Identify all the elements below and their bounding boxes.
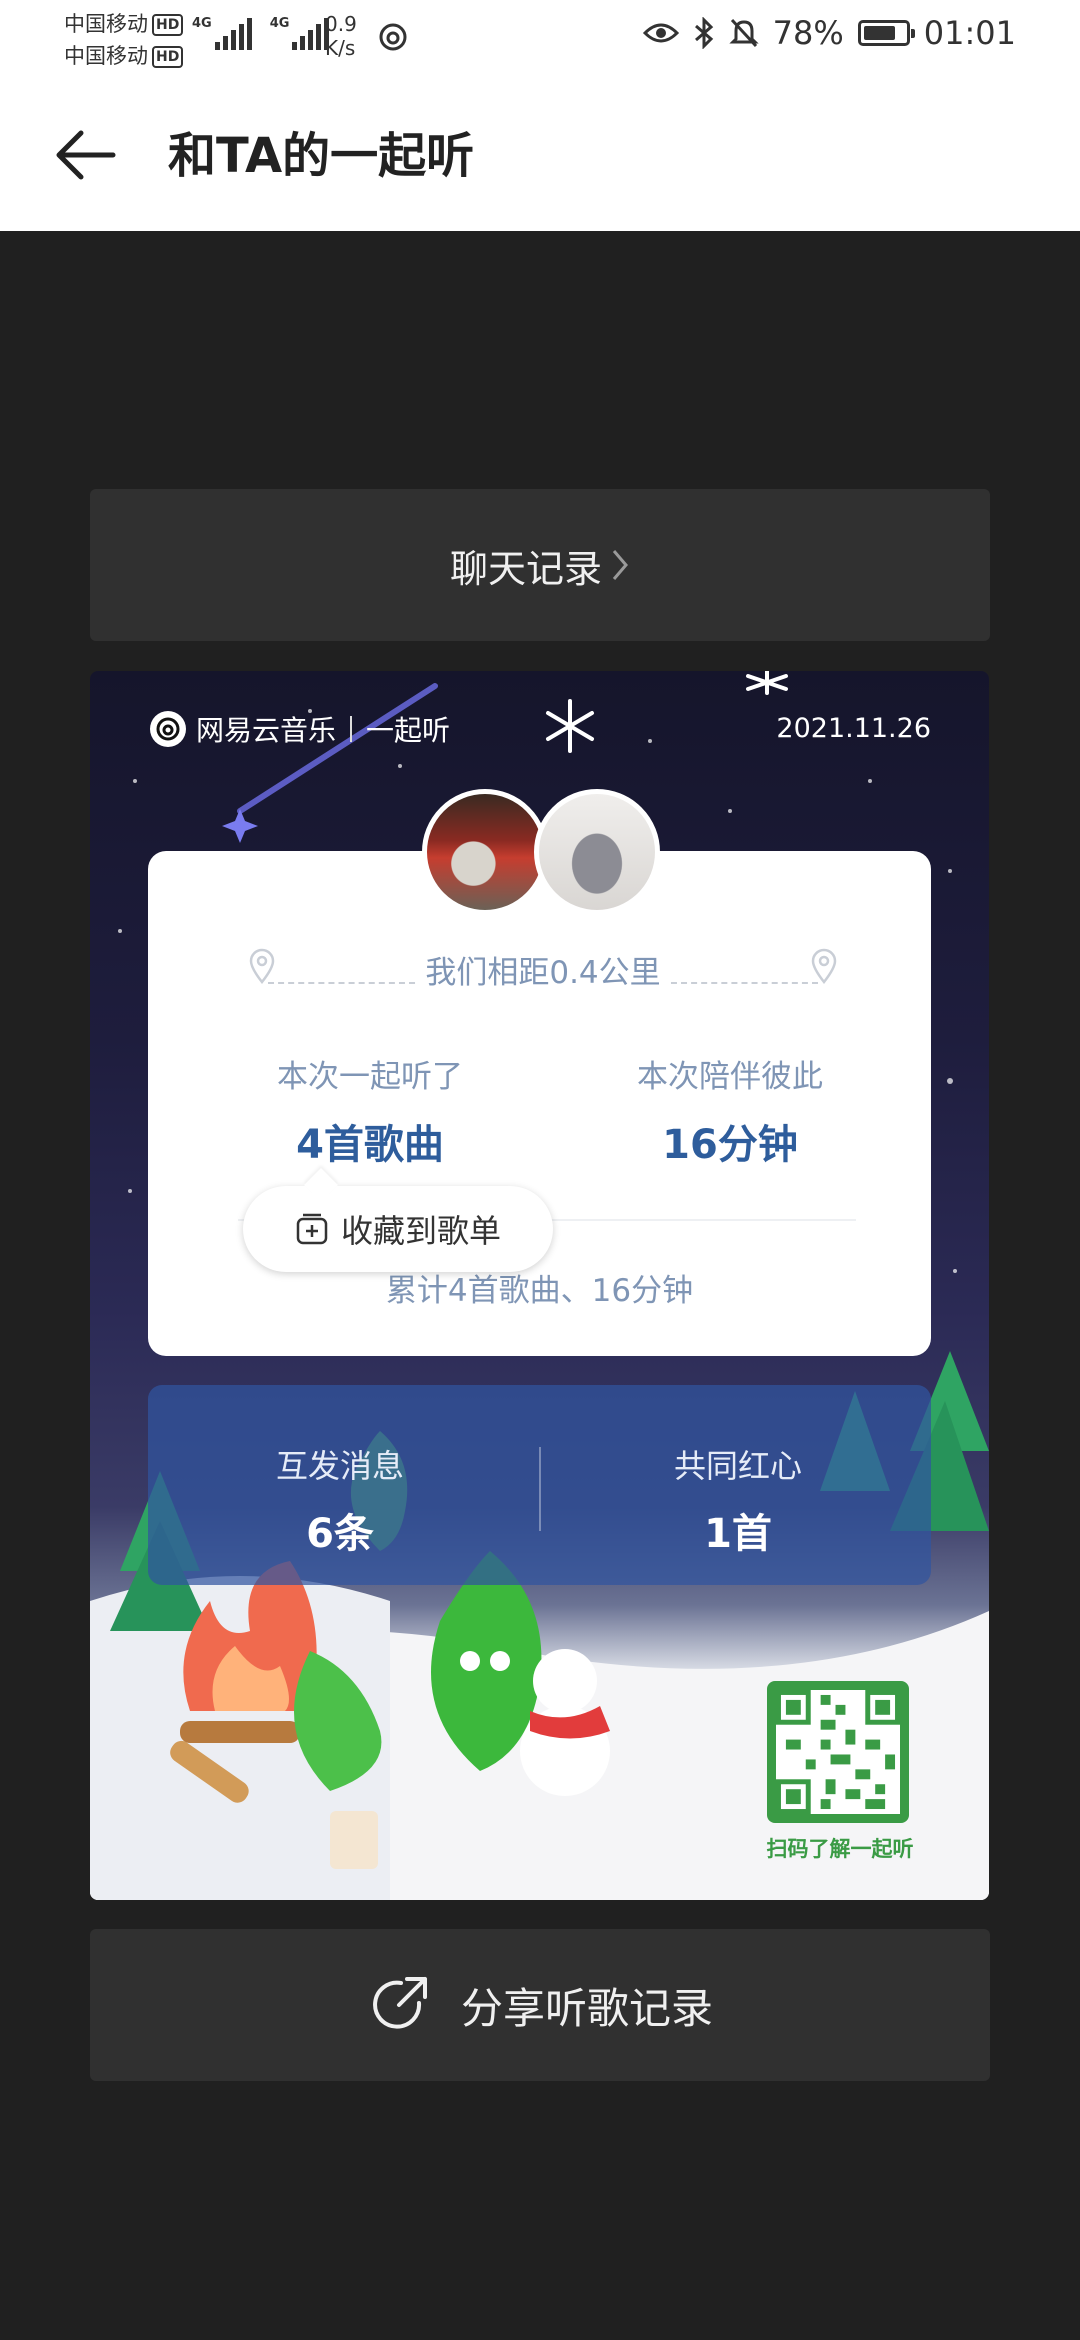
avatar — [422, 789, 548, 915]
qr-code — [767, 1681, 909, 1823]
brand-feature: 一起听 — [366, 714, 451, 747]
signal-strength-icon: 4G — [270, 16, 330, 50]
carrier-1: 中国移动 — [64, 12, 148, 36]
listened-value: 4首歌曲 — [296, 1122, 444, 1168]
network-speed-unit: K/s — [325, 36, 356, 60]
back-button[interactable] — [50, 120, 120, 190]
carrier-2: 中国移动 — [64, 44, 148, 68]
netease-music-icon — [150, 711, 186, 747]
avatar-pair — [422, 789, 660, 915]
add-playlist-icon — [296, 1213, 328, 1245]
brand-divider — [350, 716, 353, 742]
arrow-left-icon — [56, 130, 116, 180]
network-speed: 0.9 K/s — [325, 12, 357, 60]
save-to-playlist-label: 收藏到歌单 — [340, 1212, 501, 1250]
hd-badge-1: HD — [152, 14, 184, 36]
snowflake-icon — [746, 671, 788, 695]
listened-songs-stat: 本次一起听了 4首歌曲 — [220, 1051, 520, 1170]
carrier-info: 中国移动 HD 中国移动 HD — [64, 8, 184, 72]
distance-row: 我们相距0.4公里 — [248, 944, 838, 994]
signal-strength-icon: 4G — [192, 16, 252, 50]
bell-muted-icon — [729, 18, 759, 48]
battery-percent: 78% — [772, 14, 844, 52]
interaction-divider — [539, 1447, 541, 1531]
network-type-1: 4G — [192, 16, 212, 31]
chevron-right-icon — [612, 550, 628, 580]
netease-music-icon — [379, 23, 407, 51]
location-pin-icon — [811, 948, 837, 984]
share-icon — [373, 1977, 427, 2029]
listen-together-card: 网易云音乐 一起听 2021.11.26 我们相距0.4公里 本次一起听了 4首… — [90, 671, 989, 1900]
listened-label: 本次一起听了 — [277, 1059, 463, 1095]
chat-record-button[interactable]: 聊天记录 — [90, 489, 990, 641]
chat-record-label: 聊天记录 — [449, 546, 602, 591]
location-pin-icon — [249, 948, 275, 984]
qr-caption: 扫码了解一起听 — [766, 1837, 914, 1861]
accompany-value: 16分钟 — [662, 1122, 798, 1168]
card-date: 2021.11.26 — [776, 713, 931, 744]
snowflake-icon — [546, 699, 594, 753]
hearts-value: 1首 — [704, 1511, 772, 1557]
hearts-label: 共同红心 — [673, 1447, 802, 1485]
network-type-2: 4G — [269, 16, 290, 31]
share-label: 分享听歌记录 — [460, 1983, 713, 2033]
accompany-label: 本次陪伴彼此 — [637, 1059, 823, 1095]
accompany-time-stat: 本次陪伴彼此 16分钟 — [580, 1051, 880, 1170]
distance-text: 我们相距0.4公里 — [419, 946, 667, 992]
hd-badge-2: HD — [152, 46, 184, 68]
qr-code-pattern — [776, 1690, 900, 1814]
brand-header: 网易云音乐 一起听 — [150, 709, 450, 749]
signal-indicators: 4G 4G — [192, 16, 330, 50]
brand-name: 网易云音乐 — [196, 714, 337, 747]
eye-icon — [642, 23, 679, 43]
page-title: 和TA的一起听 — [168, 128, 475, 184]
app-header-area: 中国移动 HD 中国移动 HD 4G 4G 0.9 K/s 78% 01:01 和T… — [0, 0, 1080, 231]
battery-fill — [863, 26, 895, 40]
stats-panel: 我们相距0.4公里 本次一起听了 4首歌曲 本次陪伴彼此 16分钟 累计4首歌曲… — [148, 851, 931, 1356]
messages-value: 6条 — [306, 1511, 374, 1557]
cumulative-text: 累计4首歌曲、16分钟 — [385, 1273, 694, 1309]
battery-icon — [857, 20, 915, 46]
avatar — [534, 789, 660, 915]
status-time: 01:01 — [923, 14, 1016, 52]
network-speed-value: 0.9 — [325, 12, 357, 36]
interaction-panel: 互发消息 6条 共同红心 1首 — [148, 1385, 931, 1585]
messages-stat: 互发消息 6条 — [210, 1441, 470, 1559]
status-icons: 78% 01:01 — [642, 14, 1016, 52]
save-to-playlist-button[interactable]: 收藏到歌单 — [243, 1186, 553, 1272]
hearts-stat: 共同红心 1首 — [608, 1441, 868, 1559]
messages-label: 互发消息 — [275, 1447, 404, 1485]
share-listening-record-button[interactable]: 分享听歌记录 — [90, 1929, 990, 2081]
bluetooth-icon — [694, 17, 713, 49]
